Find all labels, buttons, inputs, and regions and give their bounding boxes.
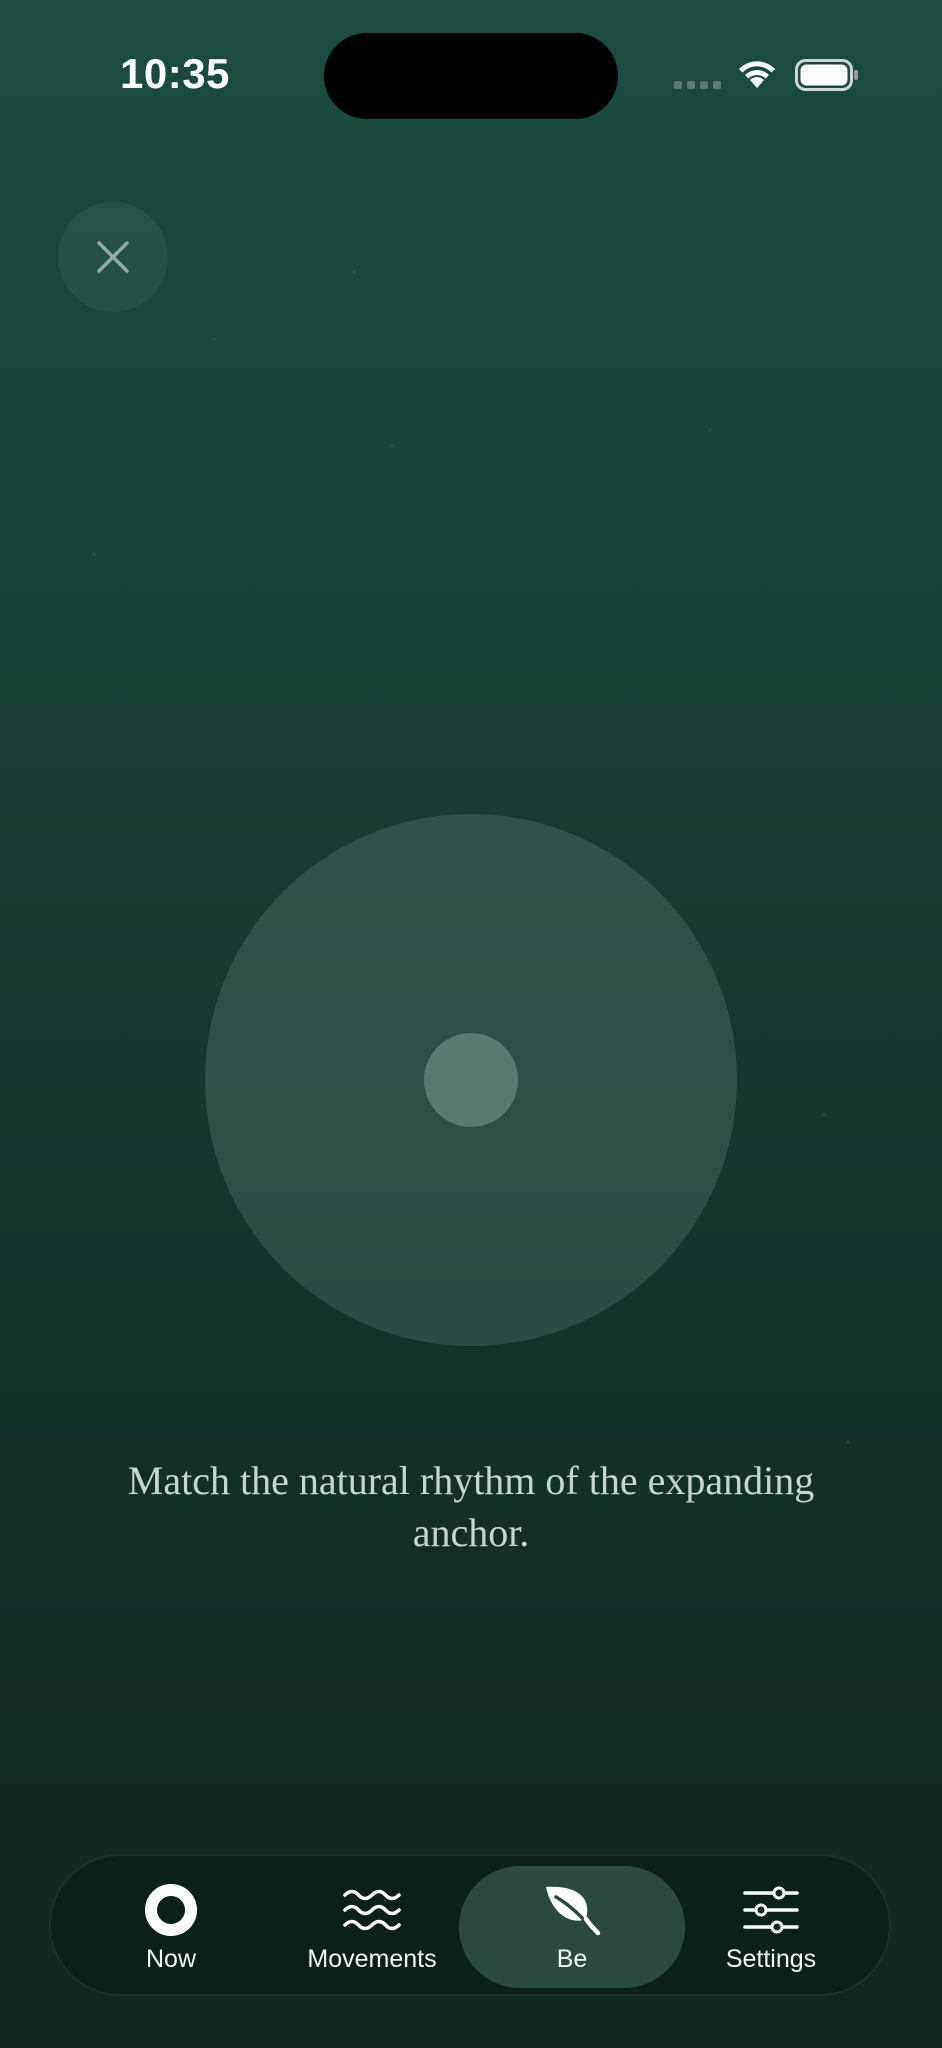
background-speck	[92, 552, 96, 556]
tab-bar: Now Movements Be Settings	[49, 1854, 891, 1996]
instruction-text: Match the natural rhythm of the expandin…	[127, 1458, 815, 1555]
status-time: 10:35	[120, 50, 230, 97]
tab-be-label: Be	[556, 1944, 588, 1973]
cellular-signal-icon	[674, 81, 721, 89]
tab-movements[interactable]: Movements	[297, 1866, 447, 1988]
tab-settings[interactable]: Settings	[711, 1866, 831, 1988]
background-speck	[212, 337, 216, 341]
background-speck	[822, 1113, 826, 1117]
tab-now-label: Now	[145, 1944, 196, 1973]
ring-icon	[145, 1883, 197, 1936]
sliders-icon	[743, 1886, 799, 1933]
tab-be[interactable]: Be	[459, 1866, 685, 1988]
close-button[interactable]	[58, 202, 168, 312]
dynamic-island	[324, 33, 618, 119]
waves-icon	[343, 1889, 401, 1930]
tab-settings-label: Settings	[725, 1944, 817, 1973]
status-bar: 10:35	[0, 0, 942, 150]
wifi-icon	[739, 61, 775, 88]
leaf-icon	[546, 1886, 601, 1935]
tab-movements-label: Movements	[307, 1944, 437, 1973]
background-speck	[390, 444, 394, 448]
background-speck	[352, 270, 356, 274]
battery-icon	[795, 59, 858, 91]
tab-now[interactable]: Now	[111, 1866, 231, 1988]
background-speck	[846, 1440, 850, 1444]
close-icon	[97, 241, 129, 273]
breathing-anchor-core	[424, 1033, 518, 1127]
background-speck	[708, 428, 712, 432]
